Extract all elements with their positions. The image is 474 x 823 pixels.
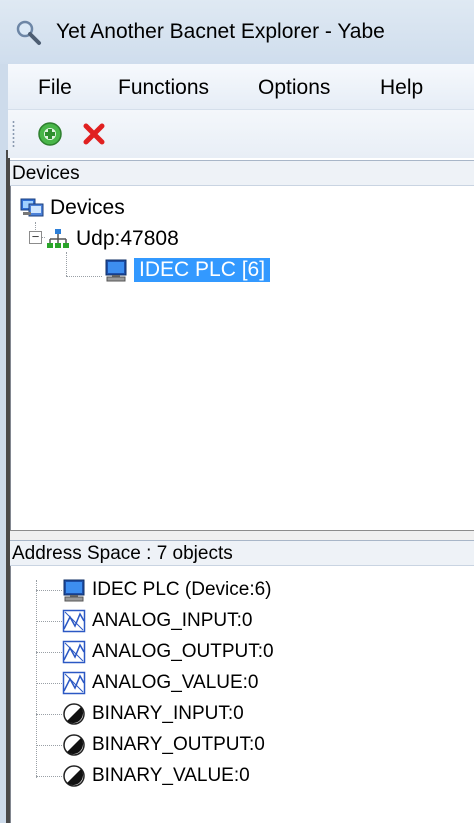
tree-connector — [36, 776, 62, 777]
network-topology-icon — [47, 229, 69, 248]
tree-connector — [66, 252, 67, 276]
window-title: Yet Another Bacnet Explorer - Yabe — [56, 20, 385, 43]
add-circle-icon[interactable] — [36, 120, 64, 148]
tree-node-devices-label: Devices — [50, 196, 125, 219]
address-object-item[interactable]: IDEC PLC (Device:6) — [62, 578, 272, 602]
address-object-item[interactable]: ANALOG_VALUE:0 — [62, 671, 259, 695]
tree-connector — [36, 621, 62, 622]
binary-circle-icon — [63, 734, 85, 756]
red-x-icon[interactable] — [80, 120, 108, 148]
computer-icon — [63, 579, 85, 602]
collapse-toggle[interactable]: − — [29, 230, 42, 244]
tree-node-device[interactable]: IDEC PLC [6] — [104, 258, 271, 282]
magnifier-icon — [16, 20, 41, 45]
address-object-item[interactable]: BINARY_INPUT:0 — [62, 702, 244, 726]
tree-node-devices[interactable]: Devices — [20, 196, 125, 220]
tree-connector — [36, 652, 62, 653]
tree-connector — [36, 745, 62, 746]
toolbar — [8, 110, 474, 158]
tree-node-udp[interactable]: Udp:47808 — [46, 227, 179, 251]
address-object-item[interactable]: BINARY_OUTPUT:0 — [62, 733, 265, 757]
analog-chart-icon — [62, 671, 86, 695]
address-object-label: ANALOG_OUTPUT:0 — [92, 641, 274, 662]
analog-chart-icon — [62, 609, 86, 633]
tree-connector — [36, 580, 37, 778]
tree-connector — [36, 590, 62, 591]
tree-connector — [36, 683, 62, 684]
address-object-label: ANALOG_INPUT:0 — [92, 610, 253, 631]
binary-circle-icon — [63, 703, 85, 725]
address-space-header: Address Space : 7 objects — [10, 540, 474, 566]
devices-network-icon — [20, 198, 44, 217]
menu-help[interactable]: Help — [380, 76, 423, 100]
binary-circle-icon — [63, 765, 85, 787]
address-object-label: BINARY_OUTPUT:0 — [92, 734, 265, 755]
toolbar-grip[interactable] — [12, 120, 15, 148]
menu-file[interactable]: File — [38, 76, 72, 100]
address-object-label: ANALOG_VALUE:0 — [92, 672, 259, 693]
tree-connector — [66, 276, 102, 277]
menu-functions[interactable]: Functions — [118, 76, 209, 100]
address-object-item[interactable]: BINARY_VALUE:0 — [62, 764, 250, 788]
tree-node-device-label: IDEC PLC [6] — [134, 258, 271, 282]
panel-splitter[interactable] — [10, 530, 474, 540]
address-object-label: BINARY_VALUE:0 — [92, 765, 250, 786]
title-bar: Yet Another Bacnet Explorer - Yabe — [0, 0, 474, 64]
address-object-item[interactable]: ANALOG_OUTPUT:0 — [62, 640, 274, 664]
analog-chart-icon — [62, 640, 86, 664]
tree-connector — [36, 714, 62, 715]
address-object-label: BINARY_INPUT:0 — [92, 703, 244, 724]
address-object-label: IDEC PLC (Device:6) — [92, 579, 272, 600]
tree-node-udp-label: Udp:47808 — [76, 227, 179, 250]
menu-bar: File Functions Options Help — [8, 64, 474, 110]
devices-panel-header: Devices — [10, 160, 474, 186]
menu-options[interactable]: Options — [258, 76, 330, 100]
address-object-item[interactable]: ANALOG_INPUT:0 — [62, 609, 253, 633]
computer-icon — [105, 259, 127, 282]
